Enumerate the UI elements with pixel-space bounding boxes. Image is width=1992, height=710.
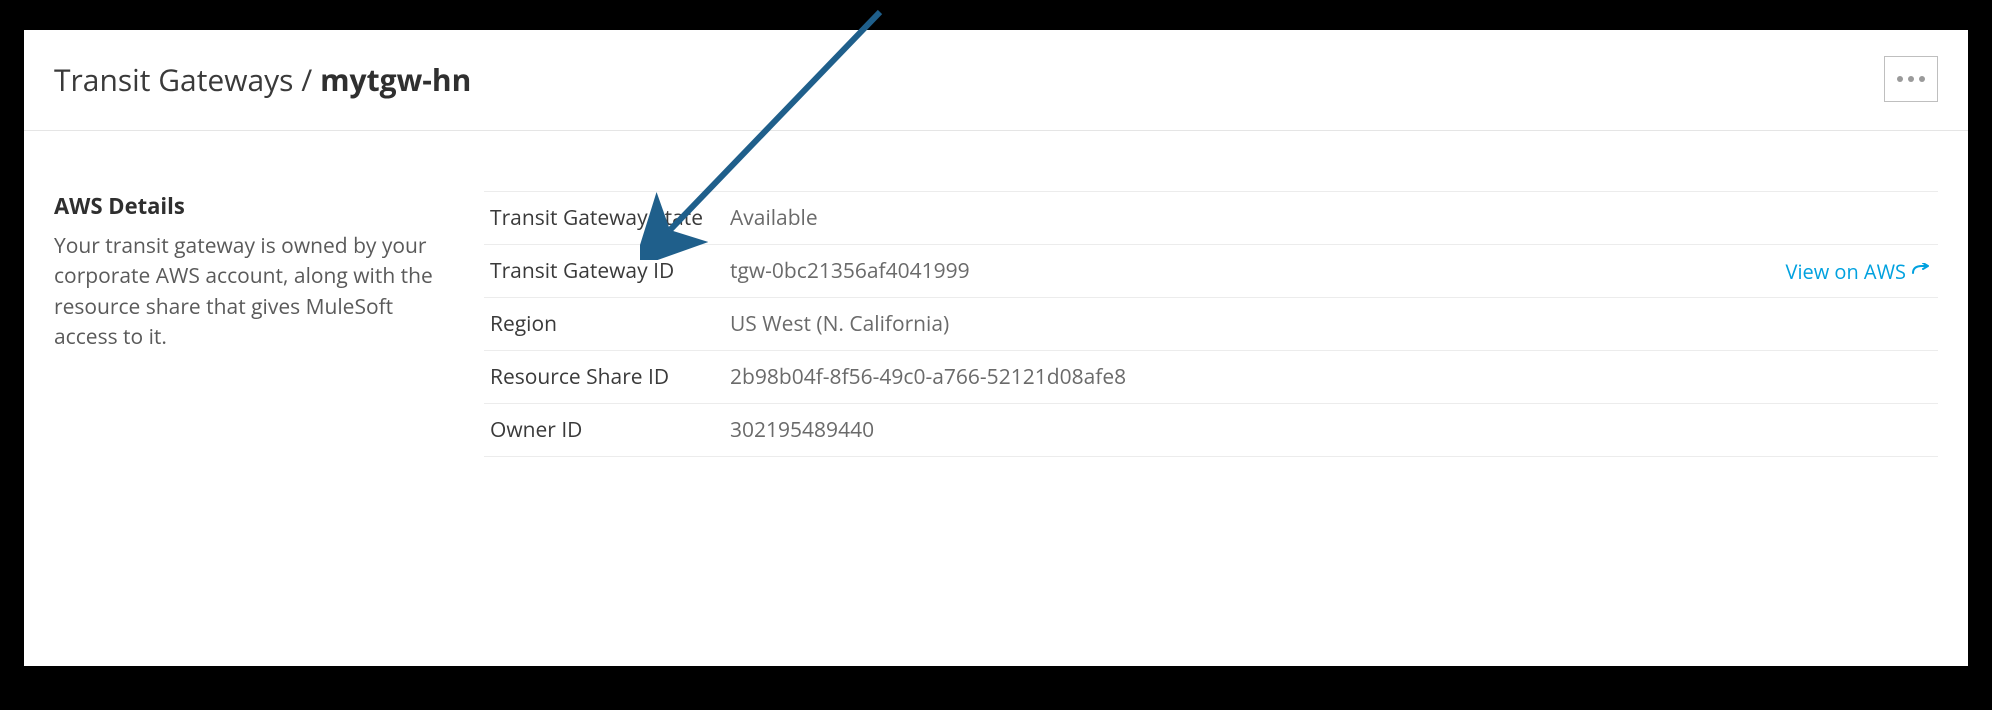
transit-gateway-panel: Transit Gateways / mytgw-hn AWS Details … (24, 30, 1968, 666)
detail-label: Region (490, 310, 730, 338)
row-transit-gateway-state: Transit Gateway State Available (484, 191, 1938, 244)
ellipsis-dot-icon (1897, 76, 1903, 82)
breadcrumb-current: mytgw-hn (320, 59, 471, 100)
panel-body: AWS Details Your transit gateway is owne… (24, 131, 1968, 487)
panel-header: Transit Gateways / mytgw-hn (24, 30, 1968, 131)
detail-label: Transit Gateway State (490, 204, 730, 232)
detail-value: tgw-0bc21356af4041999 (730, 257, 1786, 285)
more-actions-button[interactable] (1884, 56, 1938, 102)
link-text: View on AWS (1786, 258, 1906, 285)
detail-value: 2b98b04f-8f56-49c0-a766-52121d08afe8 (730, 363, 1932, 391)
ellipsis-dot-icon (1919, 76, 1925, 82)
breadcrumb-separator: / (301, 59, 312, 100)
row-resource-share-id: Resource Share ID 2b98b04f-8f56-49c0-a76… (484, 350, 1938, 403)
view-on-aws-link[interactable]: View on AWS (1786, 258, 1932, 285)
ellipsis-dot-icon (1908, 76, 1914, 82)
breadcrumb-parent[interactable]: Transit Gateways (54, 59, 293, 100)
breadcrumb: Transit Gateways / mytgw-hn (54, 59, 471, 100)
row-region: Region US West (N. California) (484, 297, 1938, 350)
detail-label: Resource Share ID (490, 363, 730, 391)
detail-value: US West (N. California) (730, 310, 1932, 338)
detail-value: Available (730, 204, 1932, 232)
row-owner-id: Owner ID 302195489440 (484, 403, 1938, 457)
row-transit-gateway-id: Transit Gateway ID tgw-0bc21356af4041999… (484, 244, 1938, 297)
detail-label: Transit Gateway ID (490, 257, 730, 285)
detail-label: Owner ID (490, 416, 730, 444)
external-link-icon (1912, 263, 1932, 279)
detail-value: 302195489440 (730, 416, 1932, 444)
section-title: AWS Details (54, 191, 454, 221)
aws-details-summary: AWS Details Your transit gateway is owne… (54, 191, 454, 457)
section-description: Your transit gateway is owned by your co… (54, 231, 454, 353)
aws-details-table: Transit Gateway State Available Transit … (484, 191, 1938, 457)
